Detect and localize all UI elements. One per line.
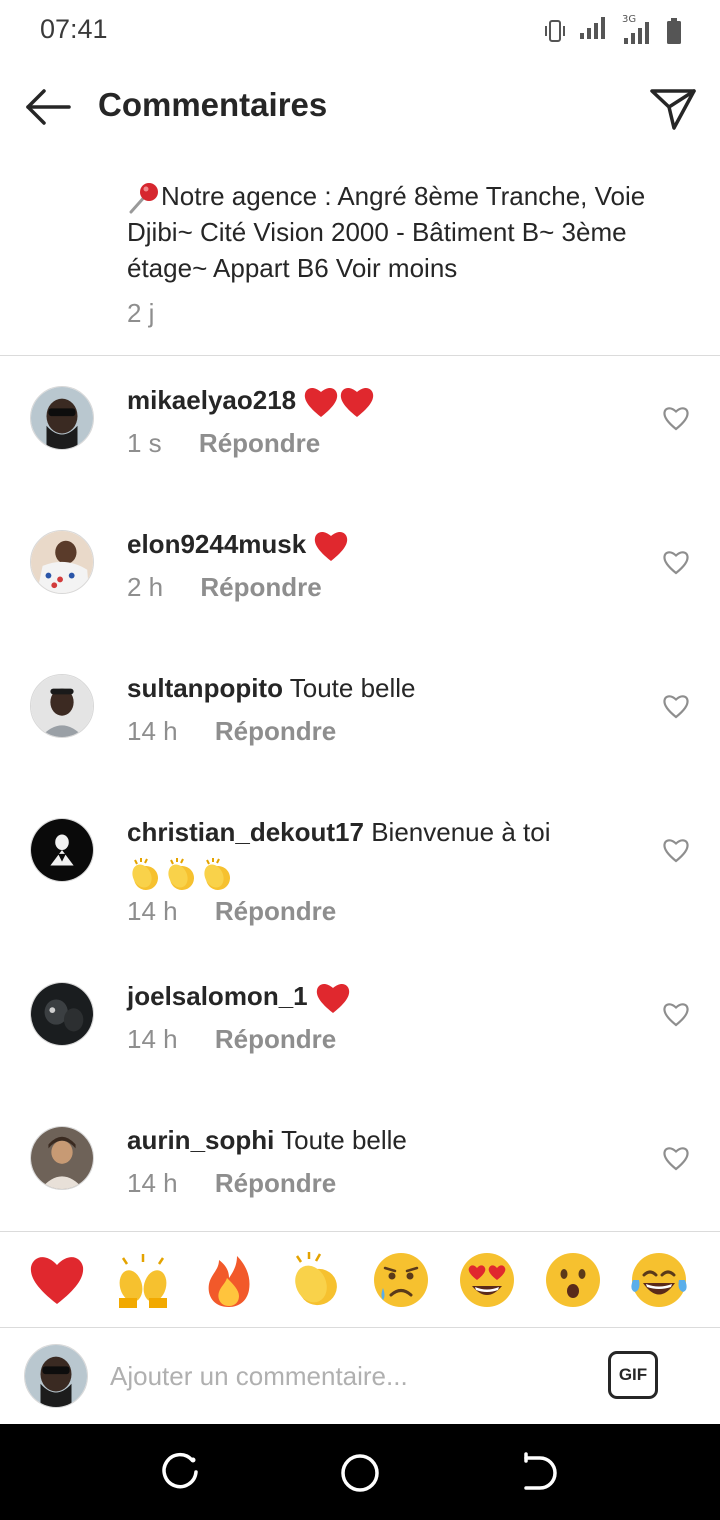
comment-text: joelsalomon_1: [127, 976, 647, 1016]
comment-text: mikaelyao218: [127, 380, 647, 420]
vibrate-icon: [545, 20, 565, 42]
comment-time: 1 s: [127, 428, 162, 458]
comment-meta: 2 h Répondre: [127, 572, 322, 603]
reaction-red-heart-emoji[interactable]: [27, 1250, 87, 1310]
reply-button[interactable]: Répondre: [200, 572, 321, 603]
heart-outline-icon[interactable]: [662, 693, 690, 719]
reaction-fire-emoji[interactable]: [199, 1250, 259, 1310]
see-less-link[interactable]: Voir moins: [336, 253, 457, 283]
avatar[interactable]: [30, 386, 94, 450]
comment-composer: GIF: [0, 1328, 720, 1424]
red-heart-emoji: [315, 532, 348, 562]
back-nav-icon[interactable]: [518, 1452, 560, 1494]
comment-username[interactable]: sultanpopito: [127, 673, 283, 703]
status-bar: 07:41 3G: [0, 0, 720, 62]
home-icon[interactable]: [339, 1452, 381, 1494]
status-time: 07:41: [40, 14, 108, 44]
heart-outline-icon[interactable]: [662, 549, 690, 575]
reply-button[interactable]: Répondre: [215, 716, 336, 747]
quick-reactions-bar: [0, 1232, 720, 1327]
comment-text: elon9244musk: [127, 524, 647, 564]
battery-icon: [667, 18, 681, 44]
comment-time: 14 h: [127, 1024, 178, 1054]
signal-icon: [580, 17, 605, 39]
post-caption: Notre agence : Angré 8ème Tranche, Voie …: [127, 178, 687, 286]
comment-username[interactable]: joelsalomon_1: [127, 981, 308, 1011]
comment-meta: 14 h Répondre: [127, 1024, 336, 1055]
avatar[interactable]: [30, 1126, 94, 1190]
arrow-left-icon[interactable]: [22, 84, 74, 130]
comment-text: sultanpopito Toute belle: [127, 668, 647, 708]
status-icons: 3G: [542, 14, 682, 44]
red-heart-emoji: [316, 984, 350, 1014]
reply-button[interactable]: Répondre: [215, 1168, 336, 1199]
comment-time: 14 h: [127, 896, 178, 926]
comment-text: aurin_sophi Toute belle: [127, 1120, 647, 1160]
network-type-label: 3G: [622, 14, 637, 25]
comment-input[interactable]: [110, 1356, 580, 1396]
comment-meta: 14 h Répondre: [127, 716, 336, 747]
comment-text: christian_dekout17 Bienvenue à toi: [127, 812, 647, 892]
avatar[interactable]: [30, 530, 94, 594]
reaction-heart-eyes-face-emoji[interactable]: [457, 1250, 517, 1310]
round-pushpin-emoji: [129, 183, 158, 214]
app-header: Commentaires: [0, 62, 720, 152]
clapping-hands-emoji: [132, 858, 158, 891]
reply-button[interactable]: Répondre: [215, 1024, 336, 1055]
comment-username[interactable]: aurin_sophi: [127, 1125, 274, 1155]
system-nav-bar: [0, 1424, 720, 1520]
clapping-hands-emoji: [204, 858, 230, 891]
comment-message: Bienvenue à toi: [371, 817, 551, 847]
comment-time: 14 h: [127, 716, 178, 746]
recents-icon[interactable]: [160, 1452, 202, 1494]
comment-time: 14 h: [127, 1168, 178, 1198]
divider: [0, 355, 720, 356]
current-user-avatar: [24, 1344, 88, 1408]
red-heart-emoji: [341, 388, 374, 418]
heart-outline-icon[interactable]: [662, 405, 690, 431]
gif-button[interactable]: GIF: [608, 1351, 658, 1399]
paper-plane-icon[interactable]: [648, 82, 698, 132]
reply-button[interactable]: Répondre: [215, 896, 336, 927]
reaction-raising-hands-emoji[interactable]: [113, 1250, 173, 1310]
comment-username[interactable]: christian_dekout17: [127, 817, 364, 847]
heart-outline-icon[interactable]: [662, 837, 690, 863]
avatar[interactable]: [30, 674, 94, 738]
heart-outline-icon[interactable]: [662, 1145, 690, 1171]
comment-message: Toute belle: [289, 673, 416, 703]
comment-meta: 14 h Répondre: [127, 1168, 336, 1199]
comment-time: 2 h: [127, 572, 164, 602]
avatar[interactable]: [30, 818, 94, 882]
red-heart-emoji: [305, 388, 338, 418]
reaction-open-mouth-face-emoji[interactable]: [543, 1250, 603, 1310]
clapping-hands-emoji: [168, 858, 194, 891]
reply-button[interactable]: Répondre: [199, 428, 320, 459]
comment-meta: 14 h Répondre: [127, 896, 336, 927]
comment-meta: 1 s Répondre: [127, 428, 320, 459]
reaction-clapping-hands-emoji[interactable]: [285, 1250, 345, 1310]
comment-username[interactable]: mikaelyao218: [127, 385, 296, 415]
avatar[interactable]: [30, 982, 94, 1046]
page-title: Commentaires: [98, 86, 328, 123]
caption-time: 2 j: [127, 298, 155, 328]
reaction-tears-of-joy-face-emoji[interactable]: [629, 1250, 689, 1310]
comment-message: Toute belle: [281, 1125, 407, 1155]
heart-outline-icon[interactable]: [662, 1001, 690, 1027]
reaction-sad-but-relieved-face-emoji[interactable]: [371, 1250, 431, 1310]
comment-username[interactable]: elon9244musk: [127, 529, 306, 559]
